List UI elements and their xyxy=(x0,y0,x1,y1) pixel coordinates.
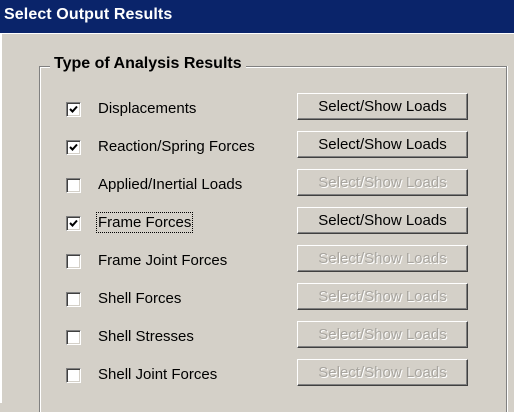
label-applied-inertial-loads[interactable]: Applied/Inertial Loads xyxy=(98,176,242,193)
checkbox-applied-inertial-loads[interactable] xyxy=(66,178,81,193)
result-row-shell-stresses: Shell Stresses Select/Show Loads xyxy=(0,321,514,357)
select-show-loads-button-applied-inertial-loads[interactable]: Select/Show Loads xyxy=(297,169,468,196)
result-row-frame-forces: Frame Forces Select/Show Loads xyxy=(0,207,514,243)
label-frame-forces[interactable]: Frame Forces xyxy=(95,212,194,233)
label-reaction-spring-forces[interactable]: Reaction/Spring Forces xyxy=(98,138,255,155)
label-shell-joint-forces[interactable]: Shell Joint Forces xyxy=(98,366,217,383)
label-displacements[interactable]: Displacements xyxy=(98,100,196,117)
checkbox-shell-forces[interactable] xyxy=(66,292,81,307)
select-show-loads-button-frame-forces[interactable]: Select/Show Loads xyxy=(297,207,468,234)
result-row-frame-joint-forces: Frame Joint Forces Select/Show Loads xyxy=(0,245,514,281)
label-shell-stresses[interactable]: Shell Stresses xyxy=(98,328,194,345)
select-show-loads-button-frame-joint-forces[interactable]: Select/Show Loads xyxy=(297,245,468,272)
select-show-loads-button-reaction-spring-forces[interactable]: Select/Show Loads xyxy=(297,131,468,158)
window-title: Select Output Results xyxy=(4,6,173,23)
result-row-applied-inertial-loads: Applied/Inertial Loads Select/Show Loads xyxy=(0,169,514,205)
group-title: Type of Analysis Results xyxy=(50,55,246,73)
checkmark-icon xyxy=(69,105,78,113)
checkbox-displacements[interactable] xyxy=(66,102,81,117)
title-bar[interactable]: Select Output Results xyxy=(0,0,514,34)
result-row-displacements: Displacements Select/Show Loads xyxy=(0,93,514,129)
checkbox-shell-stresses[interactable] xyxy=(66,330,81,345)
result-row-reaction-spring-forces: Reaction/Spring Forces Select/Show Loads xyxy=(0,131,514,167)
result-row-shell-forces: Shell Forces Select/Show Loads xyxy=(0,283,514,319)
select-show-loads-button-shell-joint-forces[interactable]: Select/Show Loads xyxy=(297,359,468,386)
checkmark-icon xyxy=(69,143,78,151)
result-row-shell-joint-forces: Shell Joint Forces Select/Show Loads xyxy=(0,359,514,395)
checkmark-icon xyxy=(69,219,78,227)
select-show-loads-button-shell-forces[interactable]: Select/Show Loads xyxy=(297,283,468,310)
label-frame-joint-forces[interactable]: Frame Joint Forces xyxy=(98,252,227,269)
label-shell-forces[interactable]: Shell Forces xyxy=(98,290,181,307)
select-show-loads-button-shell-stresses[interactable]: Select/Show Loads xyxy=(297,321,468,348)
select-show-loads-button-displacements[interactable]: Select/Show Loads xyxy=(297,93,468,120)
checkbox-shell-joint-forces[interactable] xyxy=(66,368,81,383)
checkbox-frame-forces[interactable] xyxy=(66,216,81,231)
checkbox-reaction-spring-forces[interactable] xyxy=(66,140,81,155)
checkbox-frame-joint-forces[interactable] xyxy=(66,254,81,269)
